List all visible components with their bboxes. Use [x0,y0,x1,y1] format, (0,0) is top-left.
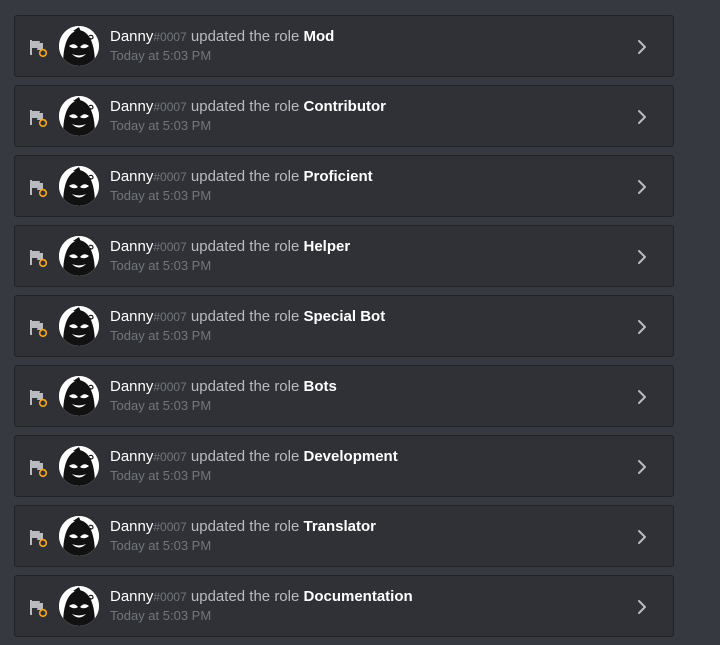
username[interactable]: Danny [110,448,153,465]
action-text: updated the role [190,588,300,605]
role-flag-update-icon [29,458,49,478]
role-name: Development [303,448,398,465]
action-text: updated the role [190,238,300,255]
role-flag-update-icon [29,598,49,618]
entry-summary: Danny#0007 updated the role Helper [110,238,350,256]
avatar[interactable] [59,26,99,66]
timestamp: Today at 5:03 PM [110,538,212,553]
timestamp: Today at 5:03 PM [110,608,212,623]
user-discriminator: #0007 [153,380,187,394]
avatar[interactable] [59,96,99,136]
username[interactable]: Danny [110,238,153,255]
role-name: Translator [303,518,377,535]
role-flag-update-icon [29,178,49,198]
avatar[interactable] [59,306,99,346]
timestamp: Today at 5:03 PM [110,328,212,343]
avatar[interactable] [59,586,99,626]
chevron-right-icon[interactable] [637,39,647,55]
audit-log-entry[interactable]: Danny#0007 updated the role Special Bot … [14,295,674,357]
chevron-right-icon[interactable] [637,249,647,265]
role-name: Special Bot [303,308,386,325]
entry-summary: Danny#0007 updated the role Special Bot [110,308,385,326]
audit-log-entry[interactable]: Danny#0007 updated the role Documentatio… [14,575,674,637]
role-flag-update-icon [29,248,49,268]
role-flag-update-icon [29,388,49,408]
username[interactable]: Danny [110,308,153,325]
avatar[interactable] [59,236,99,276]
timestamp: Today at 5:03 PM [110,188,212,203]
user-discriminator: #0007 [153,170,187,184]
action-text: updated the role [190,378,300,395]
role-name: Documentation [303,588,413,605]
audit-log-entry[interactable]: Danny#0007 updated the role Helper Today… [14,225,674,287]
chevron-right-icon[interactable] [637,599,647,615]
entry-summary: Danny#0007 updated the role Mod [110,28,334,46]
entry-summary: Danny#0007 updated the role Proficient [110,168,373,186]
role-name: Bots [303,378,337,395]
action-text: updated the role [190,168,300,185]
username[interactable]: Danny [110,168,153,185]
avatar[interactable] [59,166,99,206]
audit-log-entry[interactable]: Danny#0007 updated the role Contributor … [14,85,674,147]
entry-summary: Danny#0007 updated the role Development [110,448,398,466]
audit-log-entry[interactable]: Danny#0007 updated the role Bots Today a… [14,365,674,427]
username[interactable]: Danny [110,378,153,395]
role-flag-update-icon [29,318,49,338]
username[interactable]: Danny [110,518,153,535]
action-text: updated the role [190,98,300,115]
role-name: Helper [303,238,351,255]
avatar[interactable] [59,446,99,486]
role-flag-update-icon [29,38,49,58]
audit-log-entry[interactable]: Danny#0007 updated the role Proficient T… [14,155,674,217]
role-name: Contributor [303,98,386,115]
chevron-right-icon[interactable] [637,459,647,475]
chevron-right-icon[interactable] [637,179,647,195]
action-text: updated the role [190,518,300,535]
user-discriminator: #0007 [153,450,187,464]
timestamp: Today at 5:03 PM [110,398,212,413]
action-text: updated the role [190,308,300,325]
timestamp: Today at 5:03 PM [110,118,212,133]
username[interactable]: Danny [110,588,153,605]
action-text: updated the role [190,28,300,45]
user-discriminator: #0007 [153,310,187,324]
chevron-right-icon[interactable] [637,319,647,335]
user-discriminator: #0007 [153,30,187,44]
audit-log-list: Danny#0007 updated the role Mod Today at… [14,15,674,645]
user-discriminator: #0007 [153,590,187,604]
avatar[interactable] [59,516,99,556]
username[interactable]: Danny [110,98,153,115]
entry-summary: Danny#0007 updated the role Translator [110,518,376,536]
role-name: Proficient [303,168,373,185]
user-discriminator: #0007 [153,520,187,534]
timestamp: Today at 5:03 PM [110,468,212,483]
user-discriminator: #0007 [153,100,187,114]
role-flag-update-icon [29,108,49,128]
audit-log-entry[interactable]: Danny#0007 updated the role Mod Today at… [14,15,674,77]
user-discriminator: #0007 [153,240,187,254]
entry-summary: Danny#0007 updated the role Bots [110,378,337,396]
timestamp: Today at 5:03 PM [110,48,212,63]
timestamp: Today at 5:03 PM [110,258,212,273]
chevron-right-icon[interactable] [637,109,647,125]
chevron-right-icon[interactable] [637,389,647,405]
username[interactable]: Danny [110,28,153,45]
role-flag-update-icon [29,528,49,548]
avatar[interactable] [59,376,99,416]
entry-summary: Danny#0007 updated the role Documentatio… [110,588,413,606]
role-name: Mod [303,28,335,45]
chevron-right-icon[interactable] [637,529,647,545]
action-text: updated the role [190,448,300,465]
audit-log-entry[interactable]: Danny#0007 updated the role Translator T… [14,505,674,567]
audit-log-entry[interactable]: Danny#0007 updated the role Development … [14,435,674,497]
entry-summary: Danny#0007 updated the role Contributor [110,98,386,116]
